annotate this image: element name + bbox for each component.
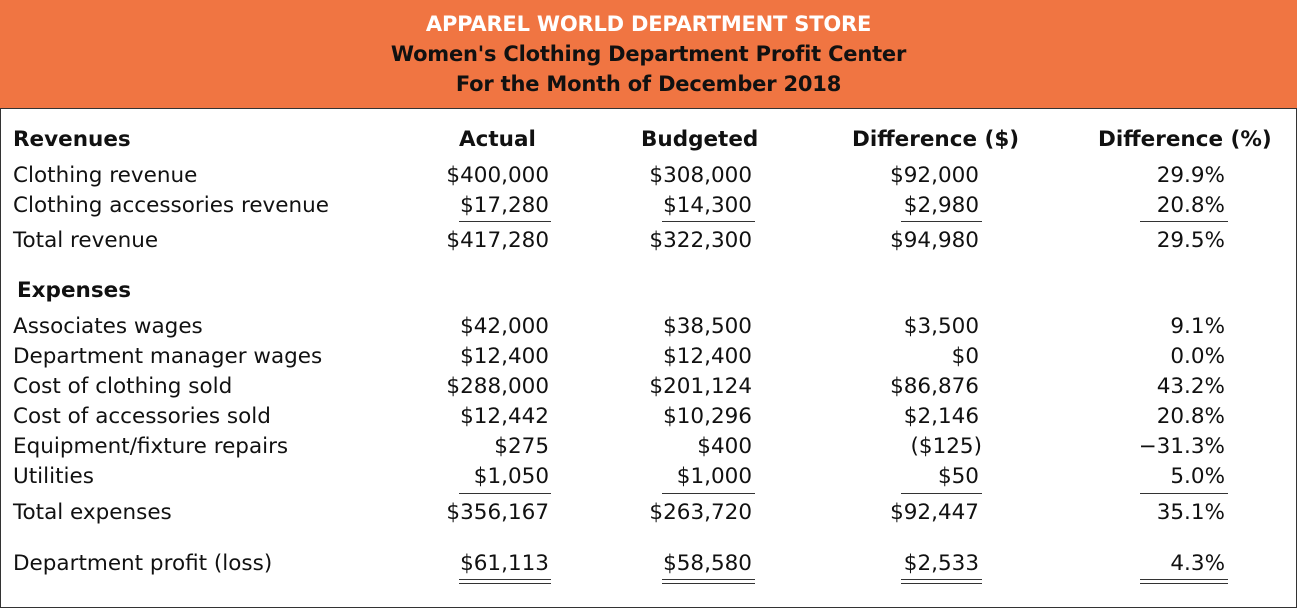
difference-dollar-value: ($125)	[910, 434, 983, 459]
subtotal-rule	[901, 221, 982, 222]
actual-value: $61,113	[460, 551, 549, 576]
row-label: Total revenue	[13, 228, 159, 253]
difference-dollar-value: $2,980	[903, 193, 979, 218]
difference-percent-value: 0.0%	[1170, 344, 1225, 369]
difference-dollar-value: $2,146	[903, 404, 979, 429]
budgeted-value: $322,300	[649, 228, 752, 253]
difference-dollar-value: $92,447	[890, 500, 979, 525]
actual-value: $12,442	[460, 404, 549, 429]
report-period: For the Month of December 2018	[455, 72, 842, 96]
difference-dollar-value: $2,533	[903, 551, 979, 576]
difference-percent-value: 4.3%	[1170, 551, 1225, 576]
total-revenue-row: Total revenue $417,280 $322,300 $94,980 …	[0, 226, 1297, 256]
difference-dollar-value: $3,500	[903, 314, 979, 339]
row-label: Department manager wages	[13, 344, 323, 369]
budgeted-column-header: Budgeted	[641, 127, 759, 152]
subtotal-rule	[459, 493, 551, 494]
department-profit-row: Department profit (loss) $61,113 $58,580…	[0, 549, 1297, 579]
subtotal-rule	[1140, 221, 1228, 222]
table-row: Cost of accessories sold $12,442 $10,296…	[0, 402, 1297, 432]
difference-percent-value: 9.1%	[1170, 314, 1225, 339]
row-label: Equipment/fixture repairs	[13, 434, 289, 459]
budgeted-value: $10,296	[663, 404, 752, 429]
row-label: Clothing accessories revenue	[13, 193, 329, 218]
subtotal-rule	[662, 221, 755, 222]
subtotal-rule	[459, 221, 551, 222]
revenues-heading: Revenues	[13, 127, 131, 152]
difference-percent-value: 43.2%	[1156, 374, 1225, 399]
difference-percent-value: 20.8%	[1156, 193, 1225, 218]
double-underline	[662, 579, 755, 584]
difference-percent-value: 29.9%	[1156, 163, 1225, 188]
expenses-heading-row: Expenses	[0, 276, 1297, 306]
difference-percent-column-header: Difference (%)	[1098, 127, 1272, 152]
company-name: APPAREL WORLD DEPARTMENT STORE	[425, 12, 872, 36]
actual-value: $417,280	[446, 228, 549, 253]
subtotal-rule	[901, 493, 982, 494]
row-label: Associates wages	[13, 314, 203, 339]
difference-percent-value: 35.1%	[1156, 500, 1225, 525]
difference-percent-value: 20.8%	[1156, 404, 1225, 429]
difference-percent-value: 5.0%	[1170, 464, 1225, 489]
budgeted-value: $263,720	[649, 500, 752, 525]
budgeted-value: $58,580	[663, 551, 752, 576]
table-row: Associates wages $42,000 $38,500 $3,500 …	[0, 312, 1297, 342]
actual-value: $17,280	[460, 193, 549, 218]
budgeted-value: $201,124	[649, 374, 752, 399]
actual-value: $1,050	[473, 464, 549, 489]
double-underline	[459, 579, 551, 584]
difference-percent-value: −31.3%	[1138, 434, 1225, 459]
row-label: Cost of accessories sold	[13, 404, 271, 429]
actual-value: $42,000	[460, 314, 549, 339]
expenses-heading: Expenses	[17, 278, 132, 303]
actual-value: $12,400	[460, 344, 549, 369]
actual-value: $356,167	[446, 500, 549, 525]
double-underline	[901, 579, 982, 584]
row-label: Cost of clothing sold	[13, 374, 233, 399]
actual-value: $400,000	[446, 163, 549, 188]
difference-percent-value: 29.5%	[1156, 228, 1225, 253]
budgeted-value: $38,500	[663, 314, 752, 339]
report-header: APPAREL WORLD DEPARTMENT STORE Women's C…	[0, 0, 1297, 109]
row-label: Total expenses	[13, 500, 172, 525]
budgeted-value: $12,400	[663, 344, 752, 369]
budgeted-value: $400	[697, 434, 752, 459]
budgeted-value: $14,300	[663, 193, 752, 218]
table-row: Cost of clothing sold $288,000 $201,124 …	[0, 372, 1297, 402]
row-label: Department profit (loss)	[13, 551, 273, 576]
difference-dollar-column-header: Difference ($)	[852, 127, 1020, 152]
row-label: Clothing revenue	[13, 163, 198, 188]
budgeted-value: $308,000	[649, 163, 752, 188]
report-title: Women's Clothing Department Profit Cente…	[390, 42, 907, 66]
table-row: Department manager wages $12,400 $12,400…	[0, 342, 1297, 372]
table-row: Equipment/fixture repairs $275 $400 ($12…	[0, 432, 1297, 462]
difference-dollar-value: $50	[937, 464, 979, 489]
table-row: Clothing accessories revenue $17,280 $14…	[0, 191, 1297, 221]
actual-column-header: Actual	[459, 127, 536, 152]
subtotal-rule	[662, 493, 755, 494]
difference-dollar-value: $94,980	[890, 228, 979, 253]
table-row: Utilities $1,050 $1,000 $50 5.0%	[0, 462, 1297, 492]
actual-value: $275	[494, 434, 549, 459]
table-row: Clothing revenue $400,000 $308,000 $92,0…	[0, 161, 1297, 191]
row-label: Utilities	[13, 464, 94, 489]
difference-dollar-value: $86,876	[890, 374, 979, 399]
column-header-row: Revenues Actual Budgeted Difference ($) …	[0, 125, 1297, 155]
total-expenses-row: Total expenses $356,167 $263,720 $92,447…	[0, 498, 1297, 528]
budgeted-value: $1,000	[676, 464, 752, 489]
subtotal-rule	[1140, 493, 1228, 494]
difference-dollar-value: $0	[951, 344, 979, 369]
double-underline	[1140, 579, 1228, 584]
difference-dollar-value: $92,000	[890, 163, 979, 188]
actual-value: $288,000	[446, 374, 549, 399]
